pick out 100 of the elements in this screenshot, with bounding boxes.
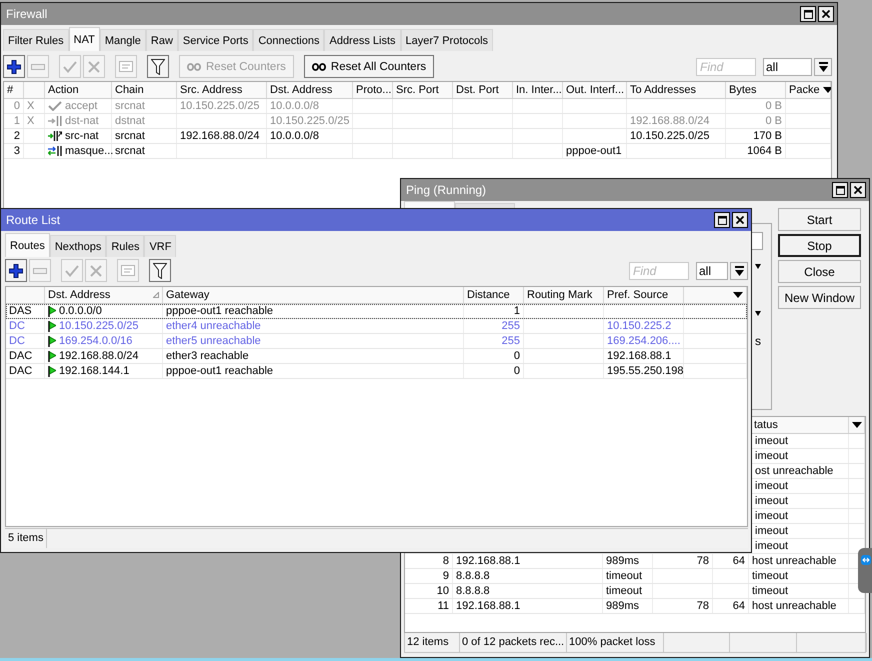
maximize-button[interactable]: [714, 212, 730, 228]
table-row[interactable]: DAC 192.168.144.1 pppoe-out1 reachable 0 195.55.250.198: [6, 364, 747, 379]
column-header[interactable]: Out. Interf...: [563, 82, 627, 98]
side-tab-icon[interactable]: [858, 548, 872, 593]
add-button[interactable]: [3, 55, 25, 78]
table-cell: 78: [653, 599, 713, 613]
close-icon: [854, 186, 862, 194]
dropdown-button[interactable]: [730, 262, 748, 280]
tab[interactable]: Raw: [146, 29, 178, 51]
text-field[interactable]: [752, 232, 763, 250]
plus-icon: [9, 264, 23, 278]
table-cell: 64: [713, 599, 749, 613]
table-cell: 0: [4, 99, 24, 113]
tab[interactable]: Rules: [106, 235, 144, 257]
dropdown-button[interactable]: [814, 58, 832, 76]
table-cell: DAC: [6, 349, 45, 363]
find-field[interactable]: Find: [696, 58, 756, 76]
tab[interactable]: Service Ports: [178, 29, 254, 51]
table-cell: 1064 B: [726, 144, 786, 158]
column-header[interactable]: Dst. Address: [45, 287, 163, 303]
table-row[interactable]: 2 src-nat srcnat 192.168.88.0/24 10.0.0.0/8 10.150.225.0/25 170 B: [4, 129, 831, 144]
close-button[interactable]: [732, 212, 748, 228]
table-row[interactable]: DAS 0.0.0.0/0 pppoe-out1 reachable 1: [6, 304, 747, 319]
column-header[interactable]: #: [4, 82, 24, 98]
table-cell: 169.254.0.0/16: [59, 334, 132, 348]
status-text: 100% packet loss: [567, 633, 664, 652]
table-cell: ether5 unreachable: [163, 334, 464, 348]
note-icon: [119, 61, 133, 72]
table-cell: 192.168.88.0/24: [627, 114, 726, 128]
tab[interactable]: Filter Rules: [3, 29, 69, 51]
table-cell: 8.8.8.8: [453, 569, 603, 583]
table-cell: 195.55.250.198: [604, 364, 684, 378]
flag-icon: [48, 366, 56, 376]
table-cell: DAS: [6, 304, 45, 318]
dropdown-arrow-icon[interactable]: [852, 422, 862, 428]
column-header[interactable]: Chain: [112, 82, 177, 98]
column-header[interactable]: Pref. Source: [604, 287, 684, 303]
table-cell: DC: [6, 319, 45, 333]
window-title: Firewall: [6, 7, 48, 21]
action-button[interactable]: New Window: [778, 286, 861, 309]
double-ring-icon: [187, 62, 201, 70]
column-header[interactable]: Src. Port: [393, 82, 453, 98]
tab[interactable]: VRF: [144, 235, 176, 257]
column-header[interactable]: To Addresses: [627, 82, 726, 98]
counter-button[interactable]: Reset All Counters: [304, 55, 434, 78]
close-icon: [822, 10, 830, 18]
close-button[interactable]: [818, 6, 834, 22]
column-header[interactable]: Action: [45, 82, 112, 98]
maximize-button[interactable]: [832, 182, 848, 198]
dropdown-arrow-icon: [818, 62, 828, 72]
tab[interactable]: Nexthops: [50, 235, 106, 257]
column-header[interactable]: In. Inter...: [513, 82, 563, 98]
table-cell: srcnat: [112, 144, 177, 158]
table-cell: pppoe-out1 reachable: [163, 364, 464, 378]
action-button[interactable]: Start: [778, 208, 861, 231]
find-field[interactable]: Find: [629, 262, 689, 280]
table-cell: 8: [405, 554, 453, 568]
column-header[interactable]: Dst. Address: [267, 82, 353, 98]
table-cell: dstnat: [112, 114, 177, 128]
status-text: 0 of 12 packets rec...: [460, 633, 567, 652]
tab[interactable]: Routes: [5, 233, 50, 257]
maximize-button[interactable]: [800, 6, 816, 22]
tab[interactable]: Mangle: [100, 29, 146, 51]
column-header[interactable]: Bytes: [726, 82, 786, 98]
field-label: s: [755, 336, 761, 347]
scope-select[interactable]: all: [763, 58, 812, 76]
scope-select[interactable]: all: [696, 262, 728, 280]
column-header[interactable]: Gateway: [163, 287, 464, 303]
close-button[interactable]: [850, 182, 866, 198]
table-cell: X: [24, 99, 45, 113]
column-header[interactable]: Distance: [464, 287, 524, 303]
table-cell: 170 B: [726, 129, 786, 143]
column-header[interactable]: Proto...: [353, 82, 393, 98]
dropdown-arrow-icon[interactable]: [755, 264, 761, 269]
table-cell: 10.150.225.0/25: [627, 129, 726, 143]
action-button[interactable]: Stop: [778, 234, 861, 257]
check-icon: [65, 264, 79, 276]
table-row[interactable]: DC 10.150.225.0/25 ether4 unreachable 255 10.150.225.2: [6, 319, 747, 334]
minus-icon: [31, 64, 45, 70]
tab[interactable]: Layer7 Protocols: [400, 29, 494, 51]
filter-button[interactable]: [147, 55, 169, 78]
dropdown-arrow-icon[interactable]: [733, 292, 743, 298]
table-row[interactable]: DC 169.254.0.0/16 ether5 unreachable 255 169.254.206....: [6, 334, 747, 349]
filter-button[interactable]: [149, 259, 171, 282]
tab[interactable]: Address Lists: [324, 29, 401, 51]
action-button[interactable]: Close: [778, 260, 861, 283]
flag-icon: [48, 320, 56, 332]
table-cell: timeout: [603, 569, 653, 583]
tab[interactable]: NAT: [68, 27, 100, 51]
dropdown-arrow-icon[interactable]: [822, 87, 831, 93]
tab[interactable]: Connections: [253, 29, 324, 51]
column-header[interactable]: Routing Mark: [524, 287, 604, 303]
table-row[interactable]: DAC 192.168.88.0/24 ether3 reachable 0 192.168.88.1: [6, 349, 747, 364]
table-row[interactable]: 3 masque...srcnat pppoe-out1 1064 B: [4, 144, 831, 159]
add-button[interactable]: [5, 259, 27, 282]
column-header[interactable]: Packe: [786, 82, 831, 98]
dropdown-arrow-icon[interactable]: [755, 311, 761, 316]
column-header[interactable]: Dst. Port: [453, 82, 513, 98]
column-header[interactable]: Src. Address: [177, 82, 267, 98]
plus-icon: [7, 60, 21, 74]
